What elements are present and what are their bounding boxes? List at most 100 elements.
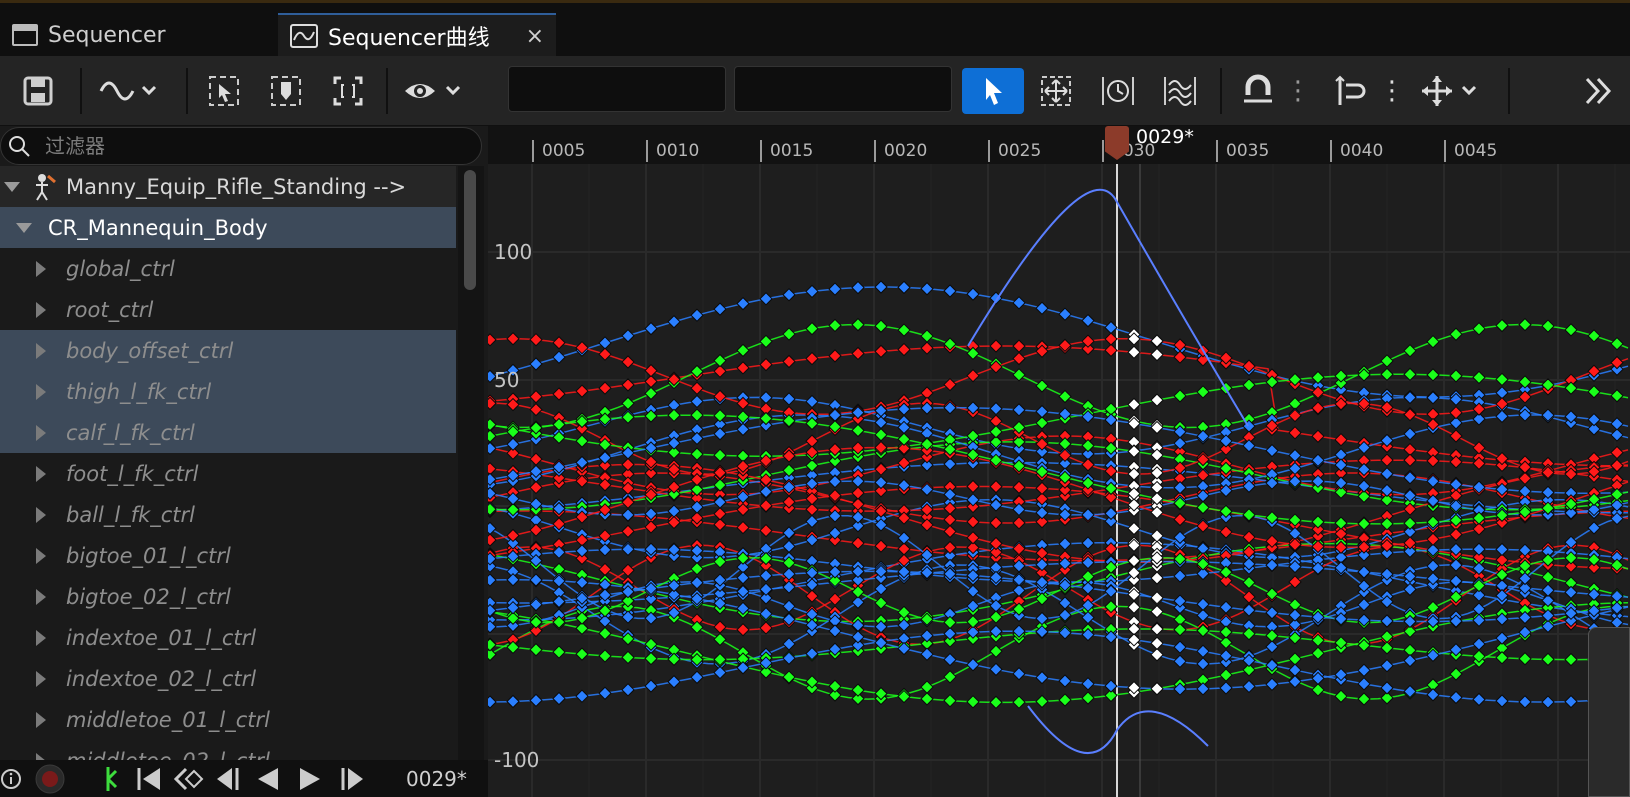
tree-row-control[interactable]: middletoe_02_l_ctrl [0, 740, 456, 760]
ruler-tick: 0035 [1216, 140, 1269, 162]
axis-snap-dropdown[interactable] [1418, 68, 1484, 114]
expand-arrow-icon[interactable] [16, 222, 32, 233]
control-label: bigtoe_01_l_ctrl [66, 543, 231, 568]
y-axis-label: -100 [494, 748, 540, 772]
expand-arrow-icon[interactable] [4, 181, 20, 192]
time-ruler[interactable]: 0005 0010 0015 0020 0025 0030 0035 0040 0045 [488, 126, 1630, 164]
snapping-options-button[interactable]: ⋮ [1285, 68, 1311, 114]
overlay-panel[interactable] [1588, 627, 1630, 797]
more-vertical-icon: ⋮ [1379, 76, 1405, 106]
filter-search-box[interactable] [0, 127, 482, 165]
save-button[interactable] [18, 68, 58, 114]
tree-row-control[interactable]: body_offset_ctrl [0, 330, 456, 371]
tab-label: Sequencer曲线 [328, 26, 490, 51]
collapse-arrow-icon[interactable] [36, 670, 46, 687]
tab-sequencer[interactable]: Sequencer [0, 13, 270, 57]
magnet-icon [1244, 74, 1272, 103]
tab-bar: Sequencer Sequencer曲线 × [0, 0, 1630, 57]
collapse-arrow-icon[interactable] [36, 260, 46, 277]
select-keys-button[interactable] [204, 68, 244, 114]
previous-key-icon [173, 767, 204, 791]
previous-key-button[interactable] [172, 764, 204, 794]
curve-editor-icon [290, 24, 318, 48]
toolbar-overflow-button[interactable] [1576, 68, 1620, 114]
record-button[interactable] [34, 764, 66, 794]
actor-label: Manny_Equip_Rifle_Standing --> [66, 174, 407, 199]
go-to-start-button[interactable] [104, 764, 134, 794]
control-rig-label: CR_Mannequin_Body [48, 215, 268, 240]
filter-input[interactable] [45, 134, 445, 158]
info-icon [1, 769, 21, 789]
transform-icon [1041, 76, 1071, 106]
next-frame-button[interactable] [338, 764, 368, 794]
tree-row-control[interactable]: bigtoe_02_l_ctrl [0, 576, 456, 617]
tab-sequencer-curves[interactable]: Sequencer曲线 × [278, 13, 556, 57]
tree-row-control[interactable]: ball_l_fk_ctrl [0, 494, 456, 535]
control-label: global_ctrl [66, 256, 175, 281]
ruler-tick: 0045 [1444, 140, 1497, 162]
collapse-arrow-icon[interactable] [36, 629, 46, 646]
curve-editor-graph[interactable]: 0005 0010 0015 0020 0025 0030 0035 0040 0045 002… [488, 126, 1630, 797]
y-axis-label: 100 [494, 240, 533, 264]
multi-select-tool-button[interactable] [1160, 68, 1200, 114]
ruler-tick: 0010 [646, 140, 699, 162]
collapse-arrow-icon[interactable] [36, 424, 46, 441]
transport-bar: 0029* [0, 760, 488, 797]
select-tool-button[interactable] [962, 68, 1024, 114]
skip-back-icon [137, 768, 160, 790]
tangent-options-button[interactable]: ⋮ [1379, 68, 1405, 114]
skeleton-icon [36, 173, 56, 201]
ruler-tick: 0015 [760, 140, 813, 162]
previous-frame-button[interactable] [212, 764, 242, 794]
control-label: foot_l_fk_ctrl [66, 461, 199, 486]
snapping-button[interactable] [1238, 68, 1278, 114]
close-tab-icon[interactable]: × [526, 24, 544, 49]
select-box-icon [209, 76, 239, 106]
tree-row-control[interactable]: foot_l_fk_ctrl [0, 453, 456, 494]
tree-row-actor[interactable]: Manny_Equip_Rifle_Standing --> [0, 166, 456, 207]
tree-row-control[interactable]: thigh_l_fk_ctrl [0, 371, 456, 412]
tree-row-control[interactable]: middletoe_01_l_ctrl [0, 699, 456, 740]
collapse-arrow-icon[interactable] [36, 301, 46, 318]
play-reverse-button[interactable] [254, 764, 282, 794]
cursor-arrow-icon [986, 78, 1002, 105]
collapse-arrow-icon[interactable] [36, 342, 46, 359]
frame-selection-button[interactable] [266, 68, 306, 114]
retime-tool-button[interactable] [1098, 68, 1138, 114]
control-label: middletoe_02_l_ctrl [66, 749, 270, 761]
current-frame-display[interactable]: 0029* [406, 764, 467, 794]
tree-row-control[interactable]: bigtoe_01_l_ctrl [0, 535, 456, 576]
transform-tool-button[interactable] [1036, 68, 1076, 114]
collapse-arrow-icon[interactable] [36, 465, 46, 482]
tree-row-control[interactable]: indextoe_02_l_ctrl [0, 658, 456, 699]
tree-row-control[interactable]: calf_l_fk_ctrl [0, 412, 456, 453]
tree-scrollbar[interactable] [458, 166, 484, 760]
tree-row-control[interactable]: root_ctrl [0, 289, 456, 330]
collapse-arrow-icon[interactable] [36, 588, 46, 605]
key-value-input[interactable] [734, 66, 952, 112]
frame-all-button[interactable] [328, 68, 368, 114]
record-icon [35, 764, 65, 794]
collapse-arrow-icon[interactable] [36, 547, 46, 564]
collapse-arrow-icon[interactable] [36, 711, 46, 728]
view-options-dropdown[interactable] [402, 68, 468, 114]
collapse-arrow-icon[interactable] [36, 752, 46, 760]
tangent-snapping-button[interactable] [1330, 68, 1370, 114]
play-button[interactable] [296, 764, 324, 794]
curve-graph-canvas[interactable] [488, 126, 1630, 797]
sine-wave-icon [99, 81, 157, 101]
tree-row-control[interactable]: global_ctrl [0, 248, 456, 289]
tree-row-control[interactable]: indextoe_01_l_ctrl [0, 617, 456, 658]
control-label: thigh_l_fk_ctrl [66, 379, 212, 404]
scrollbar-thumb[interactable] [464, 170, 476, 290]
key-time-input[interactable] [508, 66, 726, 112]
collapse-arrow-icon[interactable] [36, 506, 46, 523]
curve-view-mode-dropdown[interactable] [96, 68, 162, 114]
jump-to-start-button[interactable] [134, 764, 164, 794]
info-button[interactable] [0, 764, 22, 794]
control-label: bigtoe_02_l_ctrl [66, 584, 231, 609]
collapse-arrow-icon[interactable] [36, 383, 46, 400]
tree-row-control-rig[interactable]: CR_Mannequin_Body [0, 207, 456, 248]
retime-icon [1102, 77, 1134, 105]
set-start-icon [106, 767, 118, 791]
